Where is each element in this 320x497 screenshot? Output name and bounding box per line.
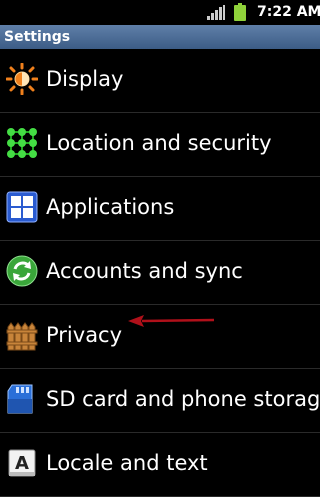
page-title: Settings — [4, 29, 71, 45]
svg-text:A: A — [15, 453, 29, 474]
settings-item-location-security[interactable]: Location and security — [0, 113, 320, 177]
title-bar: Settings — [0, 25, 320, 49]
locale-text-icon: A — [8, 449, 36, 477]
settings-item-display[interactable]: Display — [0, 49, 320, 113]
settings-item-applications[interactable]: Applications — [0, 177, 320, 241]
privacy-fence-icon — [6, 322, 38, 351]
location-security-icon — [7, 128, 37, 158]
settings-item-locale-text[interactable]: A Locale and text — [0, 433, 320, 497]
display-brightness-icon — [6, 63, 38, 95]
settings-item-label: Location and security — [46, 131, 272, 155]
settings-item-sd-card-storage[interactable]: SD card and phone storag — [0, 369, 320, 433]
applications-grid-icon — [6, 191, 38, 223]
settings-item-label: Display — [46, 67, 124, 91]
sync-icon — [6, 255, 38, 287]
settings-item-label: Applications — [46, 195, 175, 219]
settings-item-label: Accounts and sync — [46, 259, 243, 283]
settings-item-label: SD card and phone storag — [46, 387, 320, 411]
status-clock: 7:22 AM — [257, 4, 320, 20]
red-arrow-icon — [128, 315, 214, 327]
battery-icon — [234, 3, 246, 21]
settings-item-label: Privacy — [46, 323, 123, 347]
sd-card-icon — [7, 384, 33, 414]
settings-item-label: Locale and text — [46, 451, 208, 475]
status-bar: 7:22 AM — [0, 0, 320, 25]
settings-list: Display Location and security Applicatio… — [0, 49, 320, 497]
settings-item-privacy[interactable]: Privacy — [0, 305, 320, 369]
settings-item-accounts-sync[interactable]: Accounts and sync — [0, 241, 320, 305]
signal-bars-icon — [207, 5, 225, 20]
